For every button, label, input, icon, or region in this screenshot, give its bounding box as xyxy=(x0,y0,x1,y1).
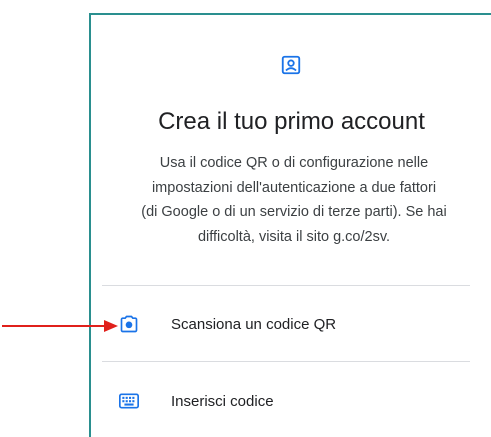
setup-instructions: Usa il codice QR o di configurazione nel… xyxy=(108,151,480,249)
enter-code-label: Inserisci codice xyxy=(171,392,274,410)
instructions-line-4: difficoltà, visita il sito g.co/2sv. xyxy=(197,228,391,245)
camera-icon xyxy=(118,313,140,335)
instructions-line-3: (di Google o di un servizio di terze par… xyxy=(141,204,447,220)
page-title: Crea il tuo primo account xyxy=(158,108,425,135)
red-arrow-icon xyxy=(2,320,118,332)
instructions-line-1: Usa il codice QR o di configurazione nel… xyxy=(159,155,429,171)
divider-top xyxy=(102,285,470,286)
account-box-icon xyxy=(281,55,301,75)
scan-qr-code-option[interactable]: Scansiona un codice QR xyxy=(102,294,470,354)
divider-middle xyxy=(102,361,470,362)
scan-qr-code-label: Scansiona un codice QR xyxy=(171,315,337,333)
instructions-line-2: impostazioni dell'autenticazione a due f… xyxy=(151,179,437,196)
enter-code-option[interactable]: Inserisci codice xyxy=(102,371,470,431)
screenshot-stage: Crea il tuo primo account Usa il codice … xyxy=(0,0,491,437)
keyboard-icon xyxy=(118,390,140,412)
